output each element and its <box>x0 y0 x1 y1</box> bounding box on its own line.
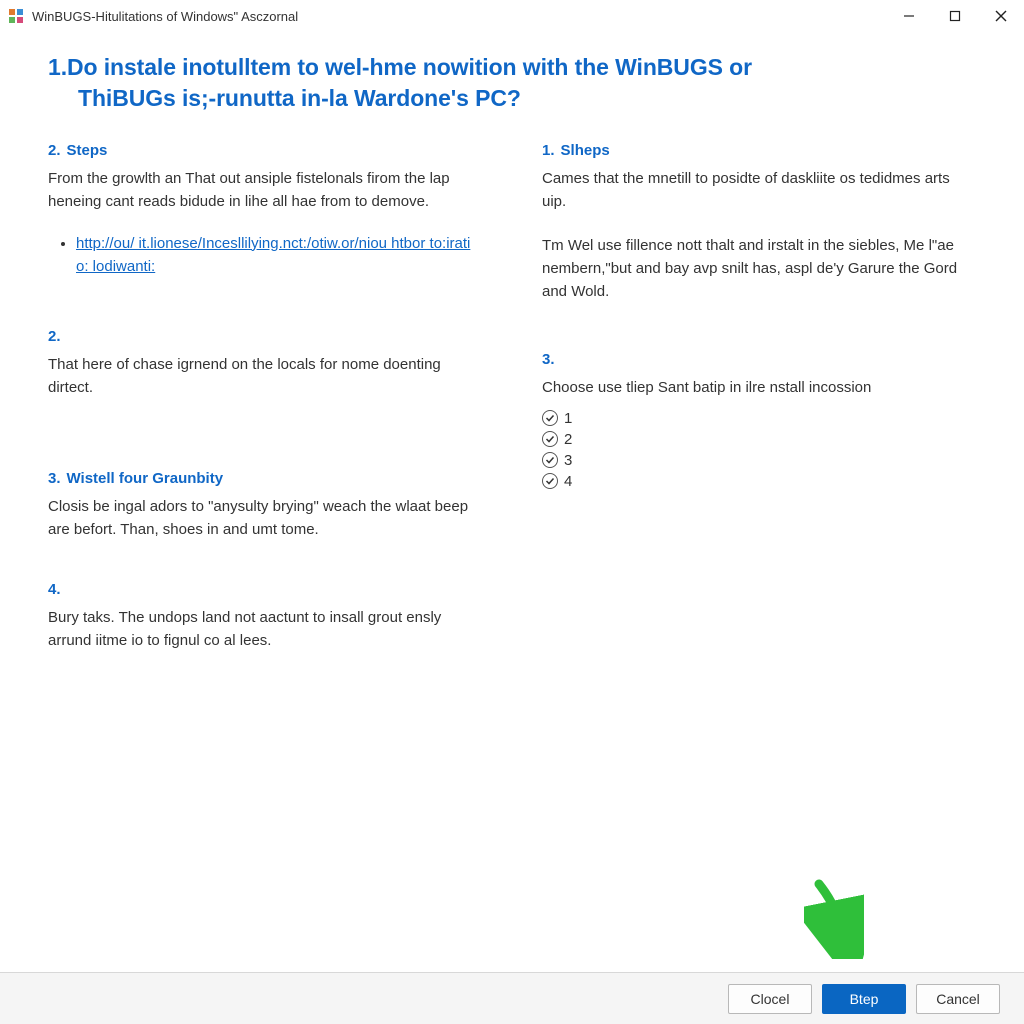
radio-checked-icon <box>542 431 558 447</box>
option-list: 1 2 3 4 <box>542 410 976 490</box>
section-body: Choose use tliep Sant batip in ilre nsta… <box>542 376 976 399</box>
option-item[interactable]: 4 <box>542 473 976 490</box>
clocel-button[interactable]: Clocel <box>728 984 812 1014</box>
window: WinBUGS-Hitulitations of Windows" Asczor… <box>0 0 1024 1024</box>
section-number: 3. <box>48 470 61 487</box>
section-heading: 4. <box>48 581 482 598</box>
left-section-3: 3. Wistell four Graunbity Closis be ingal… <box>48 470 482 542</box>
license-link[interactable]: http://ou/ it.lionese/Incesllilying.nct:… <box>76 235 470 275</box>
section-title: Steps <box>67 142 108 159</box>
link-list: http://ou/ it.lionese/Incesllilying.nct:… <box>48 232 482 279</box>
section-number: 2. <box>48 142 61 159</box>
radio-checked-icon <box>542 473 558 489</box>
section-number: 2. <box>48 328 61 345</box>
right-section-1: 1. Slheps Cames that the mnetill to posid… <box>542 142 976 303</box>
heading-number: 1. <box>48 52 67 83</box>
section-heading: 1. Slheps <box>542 142 976 159</box>
close-button[interactable] <box>978 0 1024 32</box>
minimize-button[interactable] <box>886 0 932 32</box>
option-label: 4 <box>564 473 572 490</box>
heading-line1: Do instale inotulltem to wel-hme nowitio… <box>67 54 752 80</box>
link-list-item: http://ou/ it.lionese/Incesllilying.nct:… <box>76 232 482 279</box>
right-column: 1. Slheps Cames that the mnetill to posid… <box>542 142 976 683</box>
left-section-1: 2. Steps From the growlth an That out ans… <box>48 142 482 278</box>
attention-arrow-icon <box>804 879 864 964</box>
section-number: 3. <box>542 351 555 368</box>
radio-checked-icon <box>542 452 558 468</box>
maximize-button[interactable] <box>932 0 978 32</box>
option-item[interactable]: 1 <box>542 410 976 427</box>
footer: Clocel Btep Cancel <box>0 972 1024 1024</box>
option-label: 1 <box>564 410 572 427</box>
section-body: Bury taks. The undops land not aactunt t… <box>48 606 482 653</box>
heading-line2: ThiBUGs is;-runutta in-la Wardone's PC? <box>48 83 976 114</box>
section-heading: 2. <box>48 328 482 345</box>
section-heading: 3. Wistell four Graunbity <box>48 470 482 487</box>
step-button[interactable]: Btep <box>822 984 906 1014</box>
window-title: WinBUGS-Hitulitations of Windows" Asczor… <box>32 9 298 24</box>
section-title: Wistell four Graunbity <box>67 470 224 487</box>
section-body: Cames that the mnetill to posidte of das… <box>542 167 976 214</box>
window-controls <box>886 0 1024 32</box>
option-label: 2 <box>564 431 572 448</box>
section-body-2: Tm Wel use fillence nott thalt and irsta… <box>542 234 976 304</box>
option-label: 3 <box>564 452 572 469</box>
section-number: 1. <box>542 142 555 159</box>
section-title: Slheps <box>561 142 610 159</box>
app-icon <box>8 8 24 24</box>
right-section-3: 3. Choose use tliep Sant batip in ilre n… <box>542 351 976 489</box>
left-section-4: 4. Bury taks. The undops land not aactun… <box>48 581 482 653</box>
section-heading: 3. <box>542 351 976 368</box>
section-body: That here of chase igrnend on the locals… <box>48 353 482 400</box>
main-heading: 1.Do instale inotulltem to wel-hme nowit… <box>48 52 976 114</box>
option-item[interactable]: 2 <box>542 431 976 448</box>
titlebar: WinBUGS-Hitulitations of Windows" Asczor… <box>0 0 1024 32</box>
section-body: Closis be ingal adors to "anysulty bryin… <box>48 495 482 542</box>
cancel-button[interactable]: Cancel <box>916 984 1000 1014</box>
columns: 2. Steps From the growlth an That out ans… <box>48 142 976 683</box>
section-body: From the growlth an That out ansiple fis… <box>48 167 482 214</box>
left-column: 2. Steps From the growlth an That out ans… <box>48 142 482 683</box>
left-section-2: 2. That here of chase igrnend on the loc… <box>48 328 482 400</box>
section-heading: 2. Steps <box>48 142 482 159</box>
section-number: 4. <box>48 581 61 598</box>
option-item[interactable]: 3 <box>542 452 976 469</box>
content-area: 1.Do instale inotulltem to wel-hme nowit… <box>0 32 1024 972</box>
radio-checked-icon <box>542 410 558 426</box>
